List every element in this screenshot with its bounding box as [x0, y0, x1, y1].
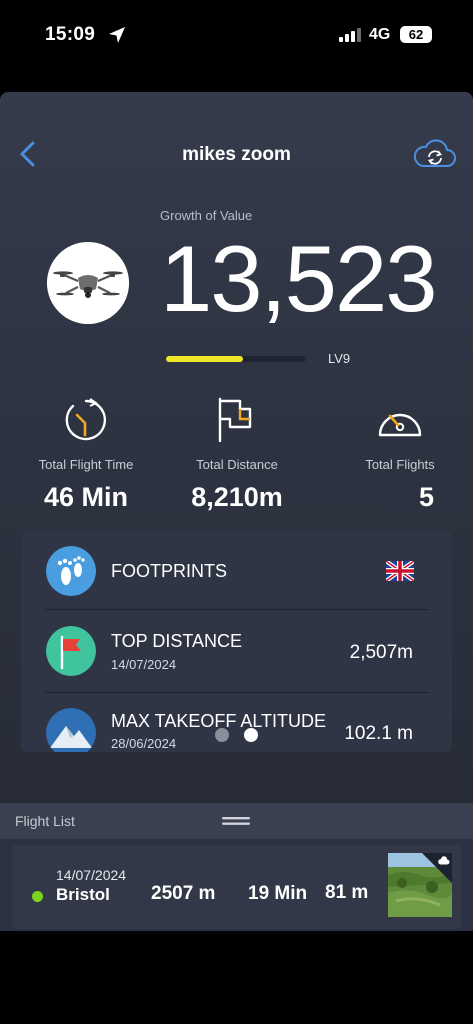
stat-value: 8,210m	[191, 482, 283, 512]
status-bar: 15:09 4G 62	[0, 0, 473, 70]
record-date: 14/07/2024	[111, 657, 177, 672]
pager-dot[interactable]	[215, 728, 229, 742]
stat-value: 46 Min	[43, 482, 129, 512]
footprints-icon	[46, 546, 96, 596]
flight-duration: 19 Min	[248, 883, 308, 904]
growth-value: 13,523	[160, 226, 438, 331]
pager-dot[interactable]	[244, 728, 258, 742]
cloud-sync-icon[interactable]	[411, 138, 457, 170]
record-date: 28/06/2024	[111, 736, 177, 751]
mountain-icon	[46, 708, 96, 752]
drag-handle-icon[interactable]	[222, 816, 250, 826]
level-label: LV9	[328, 351, 351, 366]
flight-list-sheet[interactable]: Flight List 14/07/2024 Bristol 2507 m 19…	[0, 803, 473, 931]
flight-location: Bristol	[56, 885, 110, 904]
growth-of-value-label: Growth of Value	[160, 208, 253, 223]
record-title: FOOTPRINTS	[111, 561, 227, 581]
flight-altitude: 81 m	[325, 882, 369, 903]
location-arrow-icon	[109, 27, 125, 43]
stat-label: Total Flight Time	[38, 457, 134, 472]
flight-time-clock-icon	[65, 398, 107, 441]
flight-status-dot	[32, 891, 43, 902]
drone-avatar-icon	[47, 242, 129, 324]
record-title: TOP DISTANCE	[111, 631, 243, 651]
status-time: 15:09	[45, 24, 96, 45]
stat-total-flights: Total Flights 5	[352, 397, 448, 513]
flight-row[interactable]: 14/07/2024 Bristol 2507 m 19 Min 81 m	[12, 845, 461, 929]
record-value: 102.1 m	[344, 723, 413, 744]
uk-flag-icon	[386, 561, 414, 581]
record-row-max-takeoff-altitude[interactable]: MAX TAKEOFF ALTITUDE 28/06/2024 102.1 m	[45, 693, 429, 752]
stat-label: Total Flights	[365, 457, 435, 472]
cellular-signal-icon	[339, 28, 361, 42]
stat-total-flight-time: Total Flight Time 46 Min	[27, 397, 145, 513]
level-progress-fill	[166, 356, 243, 362]
aircraft-summary-card: mikes zoom Growth of Value 13,523 LV9 To…	[0, 92, 473, 804]
stat-value: 5	[418, 482, 434, 512]
level-progress-bar	[166, 356, 306, 362]
flight-thumbnail-image[interactable]	[388, 853, 452, 917]
speedometer-icon	[378, 413, 422, 437]
flight-date: 14/07/2024	[56, 867, 127, 883]
stat-total-distance: Total Distance 8,210m	[178, 397, 296, 513]
flag-distance-icon	[218, 397, 252, 443]
flight-distance: 2507 m	[151, 883, 216, 904]
network-type-label: 4G	[369, 26, 391, 43]
stat-label: Total Distance	[196, 457, 278, 472]
flight-list-header[interactable]: Flight List	[0, 803, 473, 839]
red-flag-icon	[46, 626, 96, 676]
flight-list-title: Flight List	[15, 813, 75, 829]
records-panel[interactable]: FOOTPRINTS TOP DISTANCE 14/07/2024 2,507…	[21, 531, 452, 752]
battery-indicator: 62	[400, 26, 432, 43]
page-title: mikes zoom	[182, 144, 291, 165]
record-row-footprints[interactable]: FOOTPRINTS	[45, 531, 429, 610]
record-value: 2,507m	[349, 642, 413, 663]
record-row-top-distance[interactable]: TOP DISTANCE 14/07/2024 2,507m	[45, 610, 429, 693]
